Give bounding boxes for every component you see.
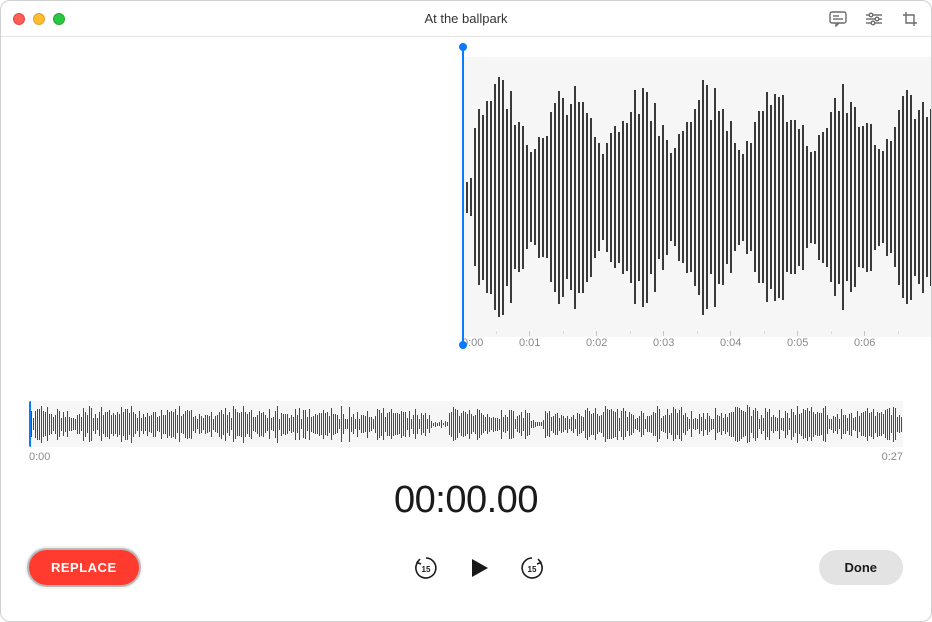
done-button[interactable]: Done [819,550,904,585]
ruler-tick: 0:06 [864,337,931,365]
window-controls [13,13,65,25]
maximize-button[interactable] [53,13,65,25]
window-title: At the ballpark [424,11,507,26]
overview-end-time: 0:27 [882,451,903,463]
play-button[interactable] [464,553,494,583]
ruler-tick-label: 0:02 [586,337,607,349]
timer-display: 00:00.00 [1,479,931,522]
replace-button[interactable]: REPLACE [29,550,139,585]
settings-icon[interactable] [865,10,883,28]
editor-content: 0:00 0:01 0:02 0:03 0:04 0:05 0:06 0:00 0:27 0… [1,37,931,621]
skip-forward-label: 15 [527,565,536,574]
app-window: At the ballpark [0,0,932,622]
playhead-overview[interactable] [29,401,31,447]
toolbar-right [829,10,919,28]
time-ruler-main: 0:000:010:020:030:040:050:06 [462,337,931,365]
transcript-icon[interactable] [829,10,847,28]
skip-back-button[interactable]: 15 [412,554,440,582]
waveform-main-area: 0:000:010:020:030:040:050:06 [1,57,931,377]
ruler-tick-label: 0:05 [787,337,808,349]
waveform-overview[interactable] [29,401,903,447]
ruler-tick-label: 0:01 [519,337,540,349]
titlebar: At the ballpark [1,1,931,37]
controls-bar: REPLACE 15 [1,550,931,585]
overview-area: 0:00 0:27 [29,401,903,463]
playhead-main[interactable] [462,47,464,345]
skip-forward-button[interactable]: 15 [518,554,546,582]
waveform-main[interactable] [462,57,931,337]
playback-controls: 15 15 [412,553,546,583]
minimize-button[interactable] [33,13,45,25]
overview-times: 0:00 0:27 [29,451,903,463]
ruler-tick-label: 0:06 [854,337,875,349]
trim-icon[interactable] [901,10,919,28]
ruler-tick-label: 0:03 [653,337,674,349]
overview-start-time: 0:00 [29,451,50,463]
skip-back-label: 15 [421,565,430,574]
close-button[interactable] [13,13,25,25]
ruler-tick-label: 0:04 [720,337,741,349]
